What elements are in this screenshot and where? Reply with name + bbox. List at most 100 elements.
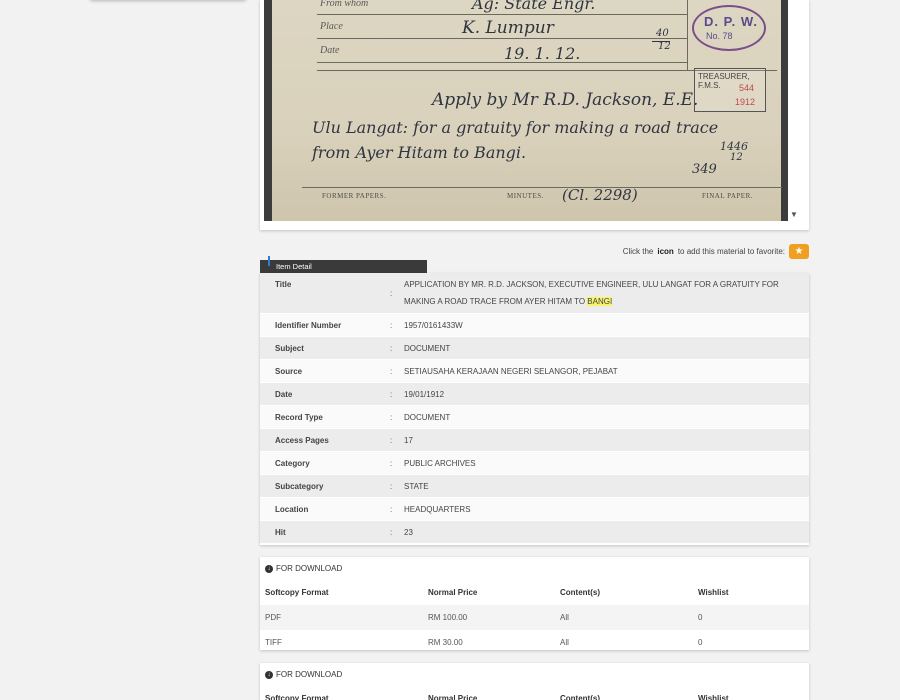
doc-fraction-bottom: 12: [658, 41, 671, 52]
detail-key: Source: [275, 366, 303, 376]
detail-colon: :: [390, 504, 393, 514]
viewer-scroll-down-icon[interactable]: ▼: [790, 210, 798, 219]
col-header: Wishlist: [698, 588, 729, 597]
col-header: Normal Price: [428, 588, 478, 597]
doc-margin-ref2: 12: [730, 152, 743, 163]
table-row[interactable]: TIFF RM 30.00 All 0: [260, 630, 809, 655]
favorite-hint-suffix: to add this material to favorite:: [677, 247, 785, 256]
detail-value: DOCUMENT: [404, 412, 451, 422]
detail-key: Subject: [275, 343, 304, 353]
doc-fraction-top: 40: [656, 28, 669, 39]
detail-row-title: Title : APPLICATION BY MR. R.D. JACKSON,…: [260, 273, 809, 314]
treasury-stamp: TREASURER, F.M.S. 544 1912: [694, 68, 766, 112]
doc-date-label: Date: [320, 45, 340, 56]
detail-value: STATE: [404, 481, 429, 491]
detail-value: DOCUMENT: [404, 343, 451, 353]
doc-minutes: MINUTES.: [507, 192, 544, 200]
doc-date-value: 19. 1. 12.: [504, 44, 581, 63]
detail-colon: :: [390, 481, 393, 491]
doc-place-value: K. Lumpur: [462, 18, 554, 38]
doc-handwriting-line3: from Ayer Hitam to Bangi.: [312, 143, 527, 162]
wishlist-cell[interactable]: 0: [693, 630, 809, 655]
col-header: Content(s): [560, 694, 600, 700]
document-viewer-frame[interactable]: From whom Place Date Ag: State Engr. K. …: [264, 0, 788, 221]
download-icon: ↓: [265, 670, 273, 679]
detail-key: Subcategory: [275, 481, 324, 491]
wishlist-cell[interactable]: 0: [693, 605, 809, 630]
detail-colon: :: [390, 343, 393, 353]
download-panel: ↓ FOR DOWNLOAD Softcopy Format Normal Pr…: [260, 663, 809, 700]
detail-colon: :: [390, 320, 393, 330]
detail-value: 1957/0161433W: [404, 320, 463, 330]
detail-row: Subject: DOCUMENT: [260, 337, 809, 360]
col-header: Content(s): [560, 588, 600, 597]
col-header: Normal Price: [428, 694, 478, 700]
download-panel: ↓ FOR DOWNLOAD Softcopy Format Normal Pr…: [260, 557, 809, 650]
detail-key: Date: [275, 389, 293, 399]
item-detail-table: Title : APPLICATION BY MR. R.D. JACKSON,…: [260, 273, 809, 545]
search-highlight: BANGI: [587, 297, 613, 306]
format-cell: TIFF: [265, 638, 282, 647]
download-heading: ↓ FOR DOWNLOAD: [260, 557, 809, 580]
detail-colon: :: [390, 389, 393, 399]
detail-row: Source: SETIAUSAHA KERAJAAN NEGERI SELANG…: [260, 360, 809, 383]
content-cell: All: [560, 638, 569, 647]
detail-value: SETIAUSAHA KERAJAAN NEGERI SELANGOR, PEJ…: [404, 366, 618, 376]
doc-place-label: Place: [320, 21, 343, 32]
col-header: Softcopy Format: [265, 588, 329, 597]
star-icon: ★: [794, 246, 804, 257]
detail-colon: :: [390, 288, 393, 298]
doc-margin-ref3: 349: [692, 162, 717, 177]
table-header-row: Softcopy Format Normal Price Content(s) …: [260, 580, 809, 605]
download-heading: ↓ FOR DOWNLOAD: [260, 663, 809, 686]
detail-key: Location: [275, 504, 309, 514]
detail-key: Access Pages: [275, 435, 329, 445]
detail-value: PUBLIC ARCHIVES: [404, 458, 476, 468]
detail-colon: :: [390, 412, 393, 422]
col-header: Softcopy Format: [265, 694, 329, 700]
doc-minutes-ref: (Cl. 2298): [562, 186, 638, 204]
detail-value: 17: [404, 435, 413, 445]
doc-handwriting-line2: Ulu Langat: for a gratuity for making a …: [312, 118, 719, 137]
download-icon: ↓: [265, 564, 273, 573]
detail-row: Record Type: DOCUMENT: [260, 406, 809, 429]
document-viewer[interactable]: From whom Place Date Ag: State Engr. K. …: [260, 0, 809, 230]
tab-item-detail[interactable]: Item Detail: [260, 256, 427, 273]
detail-value: 23: [404, 527, 413, 537]
detail-colon: :: [390, 366, 393, 376]
download-table: Softcopy Format Normal Price Content(s) …: [260, 580, 809, 655]
detail-key: Identifier Number: [275, 320, 342, 330]
detail-key: Title: [275, 280, 292, 289]
detail-value-title: APPLICATION BY MR. R.D. JACKSON, EXECUTI…: [404, 280, 779, 306]
detail-value: HEADQUARTERS: [404, 504, 471, 514]
detail-key: Record Type: [275, 412, 323, 422]
download-heading-label: FOR DOWNLOAD: [276, 564, 343, 573]
favorite-star-button[interactable]: ★: [789, 244, 809, 259]
favorite-hint-prefix: Click the: [622, 247, 654, 256]
price-cell: RM 30.00: [428, 638, 463, 647]
detail-row: Subcategory: STATE: [260, 475, 809, 498]
detail-row: Location: HEADQUARTERS: [260, 498, 809, 521]
detail-colon: :: [390, 435, 393, 445]
doc-from-value: Ag: State Engr.: [472, 0, 596, 13]
doc-handwriting-line1: Apply by Mr R.D. Jackson, E.E.: [432, 90, 699, 110]
doc-former-papers: FORMER PAPERS.: [322, 192, 387, 200]
detail-colon: :: [390, 527, 393, 537]
download-heading-label: FOR DOWNLOAD: [276, 670, 343, 679]
document-scan-image: From whom Place Date Ag: State Engr. K. …: [272, 0, 782, 221]
detail-colon: :: [390, 458, 393, 468]
detail-row: Date: 19/01/1912: [260, 383, 809, 406]
content-cell: All: [555, 605, 693, 630]
col-header: Wishlist: [698, 694, 729, 700]
detail-key: Category: [275, 458, 310, 468]
table-row[interactable]: PDF RM 100.00 All 0: [260, 605, 809, 630]
favorite-hint: Click the icon to add this material to f…: [623, 244, 809, 259]
table-header-row: Softcopy Format Normal Price Content(s) …: [260, 686, 809, 700]
doc-from-label: From whom: [320, 0, 369, 9]
detail-value: 19/01/1912: [404, 389, 445, 399]
detail-key: Hit: [275, 527, 286, 537]
price-cell: RM 100.00: [423, 605, 555, 630]
detail-row: Hit: 23: [260, 521, 809, 544]
dpw-stamp: D. P. W. No. 78: [692, 5, 766, 51]
download-table: Softcopy Format Normal Price Content(s) …: [260, 686, 809, 700]
